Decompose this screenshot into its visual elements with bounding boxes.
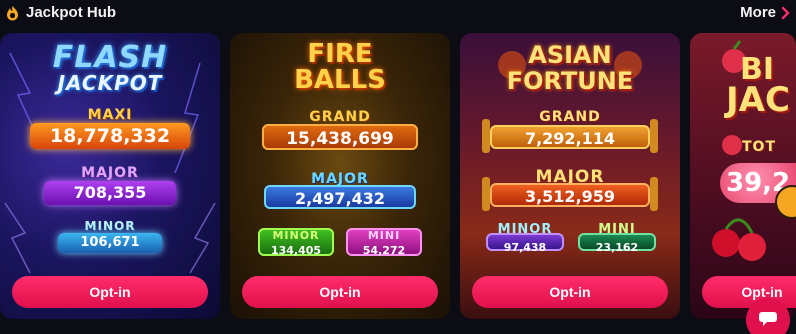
tier-label: TOT <box>742 139 777 155</box>
tier-value: 3,512,959 <box>490 183 650 207</box>
tier-label: MAJOR <box>81 165 139 181</box>
tier-label: MAXI <box>87 107 133 123</box>
tier-label: GRAND <box>539 109 601 125</box>
tier-label: MINOR <box>84 219 136 233</box>
header: Jackpot Hub More <box>0 0 796 28</box>
chevron-right-icon[interactable] <box>780 5 792 21</box>
chat-button[interactable] <box>746 298 790 334</box>
tier-value: 106,671 <box>58 233 162 253</box>
jackpot-card-partial[interactable]: BI JAC TOT 39,2 Opt-in <box>690 33 796 319</box>
jackpot-card-fire-balls[interactable]: FIRE BALLS GRAND 15,438,699 MAJOR 2,497,… <box>230 33 450 319</box>
tier-label: MINOR <box>272 229 320 242</box>
tier-value: 15,438,699 <box>262 124 418 150</box>
jackpot-card-asian-fortune[interactable]: ASIAN FORTUNE GRAND 7,292,114 MAJOR 3,51… <box>460 33 680 319</box>
card-logo-line2: BALLS <box>294 65 386 95</box>
more-link[interactable]: More <box>740 4 776 21</box>
tier-label: MINOR <box>497 222 553 237</box>
tier-label: GRAND <box>309 109 371 125</box>
card-logo-line1: FLASH <box>52 40 168 75</box>
tier-value: 708,355 <box>44 181 176 205</box>
card-logo-line1: FIRE <box>307 39 373 69</box>
tier-value: 18,778,332 <box>30 123 190 149</box>
card-logo-line1: ASIAN <box>528 41 612 69</box>
opt-in-button[interactable]: Opt-in <box>12 276 208 308</box>
opt-in-button[interactable]: Opt-in <box>472 276 668 308</box>
chat-bubble-icon <box>759 312 777 326</box>
flame-icon <box>7 6 18 21</box>
tier-value: 2,497,432 <box>264 185 416 209</box>
card-logo-line2: FORTUNE <box>506 67 634 95</box>
jackpot-card-flash[interactable]: FLASH JACKPOT MAXI 18,778,332 MAJOR 708,… <box>0 33 220 319</box>
tier-label: MINI <box>367 229 401 242</box>
tier-value: 7,292,114 <box>490 125 650 149</box>
tier-label: MINI <box>598 222 636 237</box>
card-logo-line2: JAC <box>726 80 790 120</box>
page-title: Jackpot Hub <box>26 4 117 21</box>
opt-in-button[interactable]: Opt-in <box>242 276 438 308</box>
card-logo-line2: JACKPOT <box>57 71 163 95</box>
